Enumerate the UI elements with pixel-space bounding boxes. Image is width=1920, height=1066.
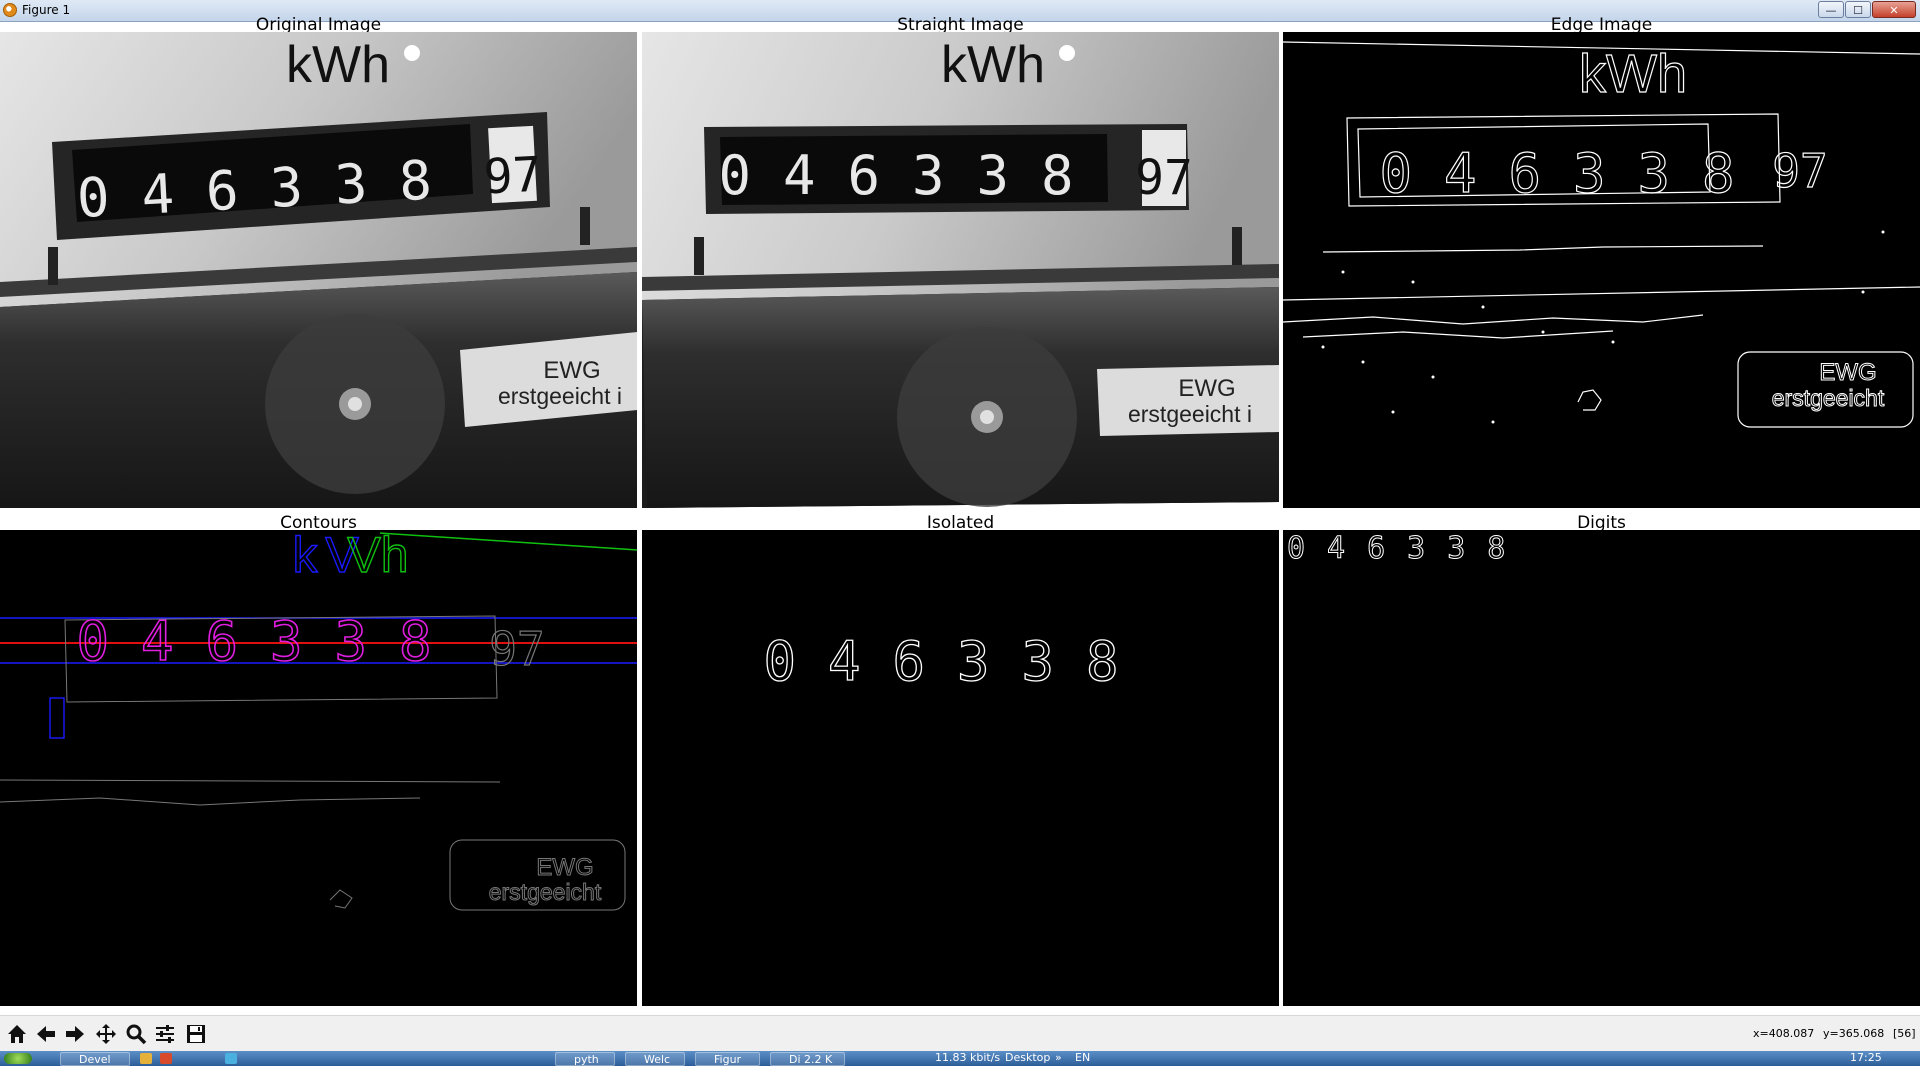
- label-erstgeeicht-text: erstgeeicht: [489, 879, 602, 905]
- home-icon: [8, 1025, 26, 1043]
- original-image: EWG erstgeeicht i kWh 046338 97: [0, 32, 637, 508]
- kwh-text: kWh: [1579, 44, 1687, 104]
- network-speed: 11.83 kbit/s: [935, 1051, 1001, 1064]
- desktop-toolbar[interactable]: Desktop: [1005, 1051, 1050, 1065]
- forward-icon: [66, 1026, 84, 1042]
- back-button[interactable]: [33, 1021, 59, 1047]
- save-icon: [187, 1025, 205, 1043]
- pan-icon: [96, 1024, 116, 1044]
- counter-digits: 046338: [718, 144, 1105, 207]
- counter-last-digits: 97: [489, 622, 544, 676]
- contours-image: k V Vh 046338 97 EWG erstgeeicht: [0, 530, 637, 1006]
- configure-subplots-button[interactable]: [152, 1021, 178, 1047]
- cursor-x-readout: x=408.087: [1753, 1027, 1815, 1040]
- navigation-toolbar: x=408.087 y=365.068 [56]: [0, 1015, 1920, 1052]
- panel-contours: Contours k V Vh 046338 97 EWG erstgeeich…: [0, 513, 637, 1006]
- chevron-icon[interactable]: »: [1055, 1051, 1062, 1065]
- taskbar-item-devel[interactable]: Devel: [60, 1052, 130, 1066]
- label-ewg-text: EWG: [1819, 359, 1876, 386]
- kwh-text: kWh: [941, 36, 1045, 94]
- zoom-icon: [126, 1024, 147, 1045]
- straight-image: EWG erstgeeicht i kWh 046338 97: [642, 32, 1279, 508]
- taskbar-item-di[interactable]: Di 2.2 K: [770, 1052, 845, 1066]
- label-ewg-text: EWG: [536, 854, 593, 881]
- zoom-button[interactable]: [123, 1021, 149, 1047]
- os-taskbar: Devel pyth Welc Figur Di 2.2 K 11.83 kbi…: [0, 1051, 1920, 1066]
- pan-button[interactable]: [93, 1021, 119, 1047]
- panel-digits: Digits 046338: [1283, 513, 1920, 1006]
- pixel-value-readout: [56]: [1893, 1027, 1916, 1040]
- kwh-text: kWh: [286, 36, 390, 94]
- label-ewg-text: EWG: [1178, 375, 1235, 402]
- panel-straight-image: Straight Image EWG erstgeeicht i kWh 046…: [642, 15, 1279, 508]
- counter-last-digits: 97: [1135, 150, 1193, 206]
- cursor-y-readout: y=365.068: [1823, 1027, 1885, 1040]
- folder-icon[interactable]: [140, 1053, 152, 1064]
- app-icon[interactable]: [160, 1053, 172, 1064]
- forward-button[interactable]: [62, 1021, 88, 1047]
- panel-isolated: Isolated 046338: [642, 513, 1279, 1006]
- digits-image: 046338: [1283, 530, 1920, 1006]
- language-indicator[interactable]: EN: [1075, 1051, 1090, 1065]
- extracted-digits: 046338: [1287, 531, 1527, 566]
- edge-image: kWh 046338 97 EWG erstgeeicht: [1283, 32, 1920, 508]
- panel-original-image: Original Image EWG erstgeeicht i kWh 046…: [0, 15, 637, 508]
- panel-edge-image: Edge Image kWh 046338 97 EWG erstgeeicht: [1283, 15, 1920, 508]
- taskbar-item-figur[interactable]: Figur: [695, 1052, 760, 1066]
- clock[interactable]: 17:25: [1850, 1051, 1882, 1065]
- taskbar-item-pyth[interactable]: pyth: [555, 1052, 615, 1066]
- kwh-k-text: k: [293, 530, 319, 583]
- counter-last-digits: 97: [482, 147, 543, 206]
- configure-subplots-icon: [156, 1025, 174, 1043]
- taskbar-item-welc[interactable]: Welc: [625, 1052, 685, 1066]
- isolated-image: 046338: [642, 530, 1279, 1006]
- counter-digits: 046338: [1379, 142, 1766, 205]
- counter-last-digits: 97: [1772, 144, 1827, 198]
- start-icon[interactable]: [4, 1053, 32, 1064]
- counter-digits: 046338: [76, 610, 463, 673]
- save-button[interactable]: [183, 1021, 209, 1047]
- label-erstgeeicht-text: erstgeeicht: [1772, 385, 1885, 411]
- app-icon[interactable]: [225, 1053, 237, 1064]
- home-button[interactable]: [4, 1021, 30, 1047]
- label-ewg-text: EWG: [543, 357, 600, 384]
- isolated-digits: 046338: [763, 630, 1150, 693]
- figure-canvas[interactable]: Original Image EWG erstgeeicht i kWh 046…: [0, 15, 1920, 1015]
- back-icon: [37, 1026, 55, 1042]
- label-erstgeeicht-text: erstgeeicht i: [498, 383, 622, 409]
- label-erstgeeicht-text: erstgeeicht i: [1128, 401, 1252, 427]
- kwh-h-text: Vh: [347, 530, 408, 583]
